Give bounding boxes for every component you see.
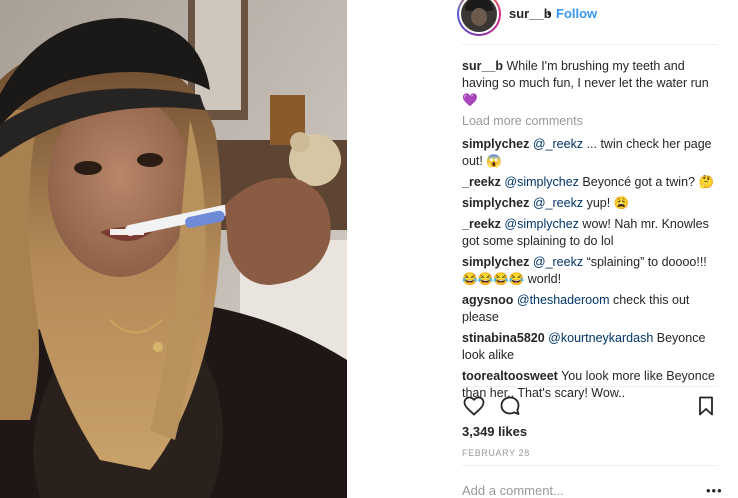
comment-bubble-icon[interactable]: [498, 394, 522, 418]
comment-item: stinabina5820 @kourtneykardash Beyonce l…: [462, 330, 724, 364]
post-photo[interactable]: [0, 0, 347, 498]
caption-username[interactable]: sur__b: [462, 59, 503, 73]
follow-button[interactable]: Follow: [556, 6, 597, 21]
post-photo-illustration: [0, 0, 347, 498]
comment-username[interactable]: agysnoo: [462, 293, 513, 307]
likes-count[interactable]: 3,349 likes: [462, 424, 527, 439]
comment-mention[interactable]: @_reekz: [533, 196, 583, 210]
avatar-face-shape: [471, 8, 487, 26]
header-separator: •: [547, 6, 552, 21]
comments-list: sur__b While I'm brushing my teeth and h…: [462, 58, 724, 406]
comment-username[interactable]: stinabina5820: [462, 331, 545, 345]
comment-box-divider: [462, 465, 718, 466]
comment-item: simplychez @_reekz ... twin check her pa…: [462, 136, 724, 170]
comment-mention[interactable]: @simplychez: [504, 175, 579, 189]
comment-item: simplychez @_reekz yup! 😩: [462, 195, 724, 212]
comment-text: yup! 😩: [583, 196, 630, 210]
post-date: FEBRUARY 28: [462, 448, 530, 458]
comment-username[interactable]: _reekz: [462, 217, 501, 231]
avatar-image: [459, 0, 499, 34]
avatar[interactable]: [457, 0, 501, 36]
comment-mention[interactable]: @kourtneykardash: [548, 331, 653, 345]
post-actions: [462, 394, 718, 420]
comment-mention[interactable]: @simplychez: [504, 217, 579, 231]
comment-mention[interactable]: @_reekz: [533, 137, 583, 151]
more-options-icon[interactable]: •••: [706, 483, 723, 498]
load-more-comments-button[interactable]: Load more comments: [462, 113, 724, 130]
comment-username[interactable]: simplychez: [462, 137, 529, 151]
heart-icon[interactable]: [462, 394, 486, 418]
post-header: sur__b • Follow: [347, 0, 738, 50]
comment-text: Beyoncé got a twin? 🤔: [578, 175, 715, 189]
comment-username[interactable]: simplychez: [462, 196, 529, 210]
header-divider: [462, 44, 718, 45]
comment-mention[interactable]: @_reekz: [533, 255, 583, 269]
comment-item: _reekz @simplychez Beyoncé got a twin? 🤔: [462, 174, 724, 191]
comment-mention[interactable]: @theshaderoom: [517, 293, 610, 307]
add-comment-input[interactable]: Add a comment...: [462, 483, 564, 498]
bookmark-icon[interactable]: [694, 394, 718, 418]
comment-item: simplychez @_reekz “splaining” to doooo!…: [462, 254, 724, 288]
comment-username[interactable]: simplychez: [462, 255, 529, 269]
comment-item: agysnoo @theshaderoom check this out ple…: [462, 292, 724, 326]
comment-username[interactable]: toorealtoosweet: [462, 369, 558, 383]
caption: sur__b While I'm brushing my teeth and h…: [462, 58, 724, 109]
header-username[interactable]: sur__b: [509, 6, 552, 21]
post-side-panel: sur__b • Follow sur__b While I'm brushin…: [347, 0, 738, 498]
actions-divider: [462, 386, 718, 387]
comment-username[interactable]: _reekz: [462, 175, 501, 189]
comment-item: _reekz @simplychez wow! Nah mr. Knowles …: [462, 216, 724, 250]
